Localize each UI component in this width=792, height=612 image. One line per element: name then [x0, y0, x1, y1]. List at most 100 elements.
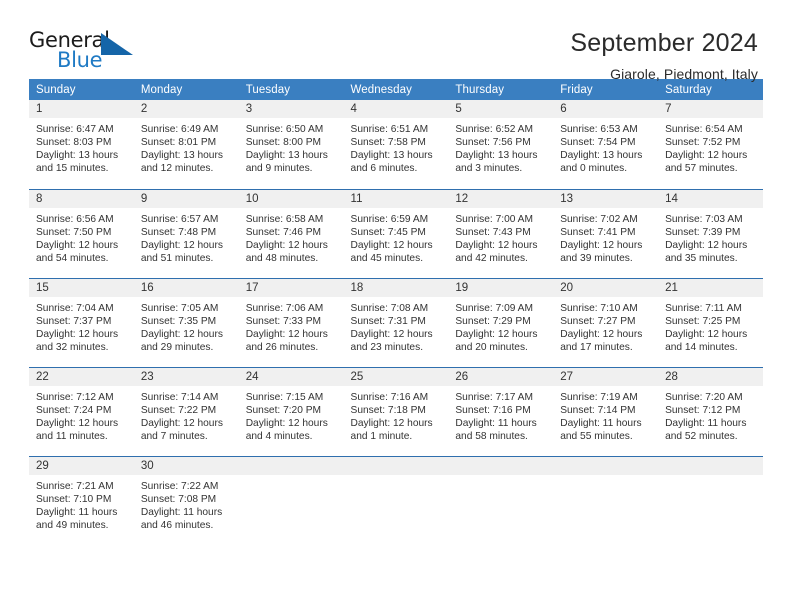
sunset-time: Sunset: 7:10 PM — [36, 493, 112, 505]
daylight-duration-line1: Daylight: 12 hours — [36, 417, 119, 429]
day-number: 25 — [343, 367, 449, 386]
daylight-duration-line2: and 49 minutes. — [36, 519, 109, 531]
page-subtitle: Giarole, Piedmont, Italy — [610, 66, 758, 83]
calendar-day-cell[interactable]: 30 Sunrise: 7:22 AM Sunset: 7:08 PM Dayligh… — [133, 455, 239, 545]
day-details: Sunrise: 7:10 AM Sunset: 7:27 PM Daylight:… — [553, 297, 658, 354]
sunset-time: Sunset: 7:16 PM — [455, 404, 531, 416]
day-details: Sunrise: 7:09 AM Sunset: 7:29 PM Daylight:… — [448, 297, 553, 354]
daylight-duration-line2: and 48 minutes. — [245, 252, 319, 264]
calendar-day-cell[interactable]: 6 Sunrise: 6:53 AM Sunset: 7:54 PM Daylight… — [553, 100, 659, 189]
weekday-header-thursday: Thursday — [448, 79, 554, 100]
sunset-time: Sunset: 7:29 PM — [455, 315, 531, 327]
daylight-duration-line2: and 3 minutes. — [455, 163, 523, 175]
calendar-day-cell[interactable]: 22 Sunrise: 7:12 AM Sunset: 7:24 PM Dayligh… — [29, 366, 134, 456]
daylight-duration-line2: and 11 minutes. — [36, 430, 108, 442]
sunset-time: Sunset: 7:46 PM — [245, 226, 322, 238]
sunset-time: Sunset: 8:00 PM — [245, 137, 322, 149]
daylight-duration-line1: Daylight: 13 hours — [350, 150, 433, 162]
day-details: Sunrise: 7:21 AM Sunset: 7:10 PM Daylight:… — [29, 475, 134, 532]
daylight-duration-line1: Daylight: 12 hours — [455, 328, 538, 340]
daylight-duration-line2: and 1 minute. — [350, 430, 413, 442]
sunset-time: Sunset: 7:31 PM — [350, 315, 426, 327]
weekday-header-wednesday: Wednesday — [343, 79, 449, 100]
calendar-day-cell[interactable]: 29 Sunrise: 7:21 AM Sunset: 7:10 PM Dayligh… — [29, 455, 134, 545]
calendar-day-cell[interactable]: 7 Sunrise: 6:54 AM Sunset: 7:52 PM Daylight… — [658, 100, 763, 189]
sunrise-time: Sunrise: 7:10 AM — [560, 302, 638, 314]
daylight-duration-line1: Daylight: 12 hours — [140, 239, 223, 251]
calendar-day-cell[interactable]: 1 Sunrise: 6:47 AM Sunset: 8:03 PM Daylight… — [29, 100, 134, 189]
sunrise-time: Sunrise: 7:16 AM — [350, 391, 429, 403]
day-details — [344, 475, 449, 480]
daylight-duration-line2: and 20 minutes. — [455, 341, 528, 353]
daylight-duration-line2: and 26 minutes. — [245, 341, 319, 353]
calendar-week-row: 15 Sunrise: 7:04 AM Sunset: 7:37 PM Dayligh… — [29, 277, 763, 367]
daylight-duration-line2: and 17 minutes. — [560, 341, 633, 353]
calendar-day-cell[interactable]: 28 Sunrise: 7:20 AM Sunset: 7:12 PM Dayligh… — [658, 366, 763, 456]
calendar-page: General Blue September 2024 Giarole, Pie… — [0, 0, 792, 612]
daylight-duration-line1: Daylight: 13 hours — [140, 150, 223, 162]
calendar-day-cell[interactable]: 19 Sunrise: 7:09 AM Sunset: 7:29 PM Dayligh… — [448, 277, 554, 367]
daylight-duration-line1: Daylight: 12 hours — [350, 239, 433, 251]
calendar-day-cell[interactable]: 18 Sunrise: 7:08 AM Sunset: 7:31 PM Dayligh… — [343, 277, 449, 367]
calendar-day-cell[interactable]: 16 Sunrise: 7:05 AM Sunset: 7:35 PM Dayligh… — [133, 277, 239, 367]
day-number: 22 — [29, 367, 134, 386]
calendar-day-cell-empty — [448, 455, 554, 545]
calendar-day-cell[interactable]: 24 Sunrise: 7:15 AM Sunset: 7:20 PM Dayligh… — [238, 366, 344, 456]
title-block: September 2024 Giarole, Piedmont, Italy — [570, 28, 758, 82]
sunset-time: Sunset: 8:03 PM — [36, 137, 112, 149]
general-blue-logo[interactable]: General Blue — [29, 28, 149, 76]
calendar-day-cell[interactable]: 13 Sunrise: 7:02 AM Sunset: 7:41 PM Dayligh… — [553, 188, 659, 278]
daylight-duration-line1: Daylight: 12 hours — [245, 239, 328, 251]
daylight-duration-line1: Daylight: 12 hours — [140, 328, 223, 340]
day-number: 14 — [658, 189, 763, 208]
calendar-day-cell-empty — [553, 455, 659, 545]
day-number: 16 — [133, 278, 239, 297]
sunrise-time: Sunrise: 6:58 AM — [245, 213, 324, 225]
sunset-time: Sunset: 7:14 PM — [560, 404, 636, 416]
calendar-day-cell[interactable]: 21 Sunrise: 7:11 AM Sunset: 7:25 PM Dayligh… — [658, 277, 763, 367]
day-details: Sunrise: 7:15 AM Sunset: 7:20 PM Daylight:… — [239, 386, 344, 443]
calendar-day-cell[interactable]: 25 Sunrise: 7:16 AM Sunset: 7:18 PM Dayligh… — [343, 366, 449, 456]
calendar-day-cell[interactable]: 23 Sunrise: 7:14 AM Sunset: 7:22 PM Dayligh… — [133, 366, 239, 456]
sunrise-time: Sunrise: 6:49 AM — [140, 124, 219, 135]
sunrise-time: Sunrise: 7:15 AM — [245, 391, 324, 403]
calendar-day-cell[interactable]: 10 Sunrise: 6:58 AM Sunset: 7:46 PM Dayligh… — [238, 188, 344, 278]
sunset-time: Sunset: 7:37 PM — [36, 315, 112, 327]
daylight-duration-line1: Daylight: 11 hours — [36, 506, 118, 518]
calendar-day-cell[interactable]: 17 Sunrise: 7:06 AM Sunset: 7:33 PM Dayligh… — [238, 277, 344, 367]
calendar-day-cell[interactable]: 15 Sunrise: 7:04 AM Sunset: 7:37 PM Dayligh… — [29, 277, 134, 367]
calendar-day-cell[interactable]: 8 Sunrise: 6:56 AM Sunset: 7:50 PM Daylight… — [29, 188, 134, 278]
day-number: 5 — [448, 100, 554, 118]
calendar-day-cell[interactable]: 4 Sunrise: 6:51 AM Sunset: 7:58 PM Daylight… — [343, 100, 449, 189]
daylight-duration-line1: Daylight: 13 hours — [36, 150, 119, 162]
calendar-day-cell[interactable]: 12 Sunrise: 7:00 AM Sunset: 7:43 PM Dayligh… — [448, 188, 554, 278]
calendar-day-cell[interactable]: 26 Sunrise: 7:17 AM Sunset: 7:16 PM Dayligh… — [448, 366, 554, 456]
daylight-duration-line1: Daylight: 12 hours — [36, 328, 119, 340]
calendar-day-cell[interactable]: 9 Sunrise: 6:57 AM Sunset: 7:48 PM Daylight… — [133, 188, 239, 278]
day-details: Sunrise: 6:56 AM Sunset: 7:50 PM Daylight:… — [29, 208, 134, 265]
day-details: Sunrise: 7:12 AM Sunset: 7:24 PM Daylight:… — [29, 386, 134, 443]
calendar-day-cell[interactable]: 5 Sunrise: 6:52 AM Sunset: 7:56 PM Daylight… — [448, 100, 554, 189]
sunset-time: Sunset: 7:20 PM — [245, 404, 322, 416]
day-details: Sunrise: 7:06 AM Sunset: 7:33 PM Daylight:… — [239, 297, 344, 354]
day-details: Sunrise: 7:17 AM Sunset: 7:16 PM Daylight:… — [448, 386, 553, 443]
calendar-day-cell[interactable]: 27 Sunrise: 7:19 AM Sunset: 7:14 PM Dayligh… — [553, 366, 659, 456]
day-details: Sunrise: 7:20 AM Sunset: 7:12 PM Daylight:… — [658, 386, 763, 443]
day-details: Sunrise: 6:50 AM Sunset: 8:00 PM Daylight:… — [239, 118, 344, 175]
day-number — [553, 456, 659, 475]
calendar-day-cell[interactable]: 14 Sunrise: 7:03 AM Sunset: 7:39 PM Dayligh… — [658, 188, 763, 278]
sunrise-time: Sunrise: 6:56 AM — [36, 213, 114, 225]
sunset-time: Sunset: 7:27 PM — [560, 315, 636, 327]
calendar-day-cell[interactable]: 20 Sunrise: 7:10 AM Sunset: 7:27 PM Dayligh… — [553, 277, 659, 367]
sunset-time: Sunset: 7:52 PM — [665, 137, 741, 149]
calendar-day-cell[interactable]: 11 Sunrise: 6:59 AM Sunset: 7:45 PM Dayligh… — [343, 188, 449, 278]
day-details: Sunrise: 7:19 AM Sunset: 7:14 PM Daylight:… — [553, 386, 658, 443]
sunset-time: Sunset: 7:35 PM — [140, 315, 217, 327]
calendar-day-cell[interactable]: 3 Sunrise: 6:50 AM Sunset: 8:00 PM Daylight… — [238, 100, 344, 189]
day-details: Sunrise: 6:49 AM Sunset: 8:01 PM Daylight:… — [134, 118, 239, 175]
calendar-day-cell[interactable]: 2 Sunrise: 6:49 AM Sunset: 8:01 PM Daylight… — [133, 100, 239, 189]
day-details: Sunrise: 6:47 AM Sunset: 8:03 PM Daylight:… — [29, 118, 134, 175]
daylight-duration-line1: Daylight: 12 hours — [455, 239, 538, 251]
day-number: 24 — [238, 367, 344, 386]
daylight-duration-line2: and 39 minutes. — [560, 252, 633, 264]
